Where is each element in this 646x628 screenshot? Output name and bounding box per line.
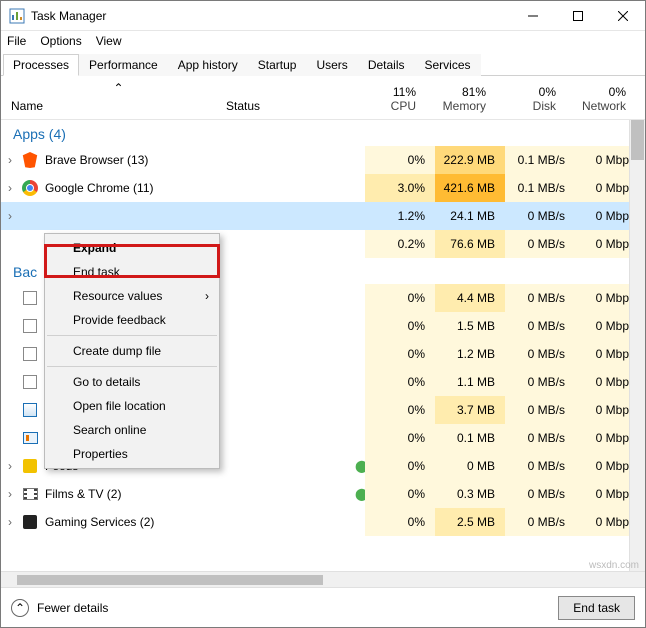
header-name[interactable]: ⌃ Name xyxy=(1,81,226,119)
films-icon xyxy=(21,485,39,503)
context-create-dump[interactable]: Create dump file xyxy=(47,339,217,363)
cell-disk: 0.1 MB/s xyxy=(505,174,575,202)
generic-app-icon xyxy=(21,317,39,335)
expand-icon[interactable]: › xyxy=(1,153,13,167)
cell-mem: 421.6 MB xyxy=(435,174,505,202)
window-title: Task Manager xyxy=(31,9,510,23)
watermark: wsxdn.com xyxy=(589,560,639,571)
tab-details[interactable]: Details xyxy=(358,54,415,76)
leaf-icon: ⬤ xyxy=(351,487,365,501)
generic-app-icon xyxy=(21,373,39,391)
process-row-films[interactable]: › Films & TV (2) ⬤ 0% 0.3 MB 0 MB/s 0 Mb… xyxy=(1,480,645,508)
vertical-scrollbar[interactable] xyxy=(629,120,645,571)
cell-mem: 76.6 MB xyxy=(435,230,505,258)
tab-users[interactable]: Users xyxy=(306,54,357,76)
fewer-details-button[interactable]: ⌃ Fewer details xyxy=(11,599,108,617)
tab-services[interactable]: Services xyxy=(415,54,481,76)
expand-icon[interactable]: › xyxy=(1,487,13,501)
close-button[interactable] xyxy=(600,1,645,30)
end-task-button[interactable]: End task xyxy=(558,596,635,620)
header-memory[interactable]: 81%Memory xyxy=(426,85,496,119)
task-manager-window: Task Manager File Options View Processes… xyxy=(0,0,646,628)
feeds-icon xyxy=(21,457,39,475)
header-status[interactable]: Status xyxy=(226,99,356,119)
tab-app-history[interactable]: App history xyxy=(168,54,248,76)
horizontal-scrollbar[interactable] xyxy=(1,571,645,587)
app-icon xyxy=(9,8,25,24)
tab-startup[interactable]: Startup xyxy=(248,54,307,76)
window-controls xyxy=(510,1,645,30)
generic-app-icon xyxy=(21,401,39,419)
expand-icon[interactable]: › xyxy=(1,515,13,529)
generic-app-icon xyxy=(21,345,39,363)
sort-indicator-icon: ⌃ xyxy=(11,81,226,99)
context-menu: Expand End task Resource values Provide … xyxy=(44,233,220,469)
context-go-to-details[interactable]: Go to details xyxy=(47,370,217,394)
tabstrip: Processes Performance App history Startu… xyxy=(1,53,645,76)
header-cpu[interactable]: 11%CPU xyxy=(356,85,426,119)
titlebar: Task Manager xyxy=(1,1,645,31)
brave-icon xyxy=(21,151,39,169)
maximize-button[interactable] xyxy=(555,1,600,30)
context-search-online[interactable]: Search online xyxy=(47,418,217,442)
header-disk[interactable]: 0%Disk xyxy=(496,85,566,119)
cell-disk: 0.1 MB/s xyxy=(505,146,575,174)
chevron-up-icon: ⌃ xyxy=(11,599,29,617)
context-open-file-location[interactable]: Open file location xyxy=(47,394,217,418)
process-row-chrome[interactable]: › Google Chrome (11) 3.0% 421.6 MB 0.1 M… xyxy=(1,174,645,202)
cell-cpu: 0% xyxy=(365,146,435,174)
menu-file[interactable]: File xyxy=(7,34,26,48)
context-resource-values[interactable]: Resource values xyxy=(47,284,217,308)
cell-mem: 24.1 MB xyxy=(435,202,505,230)
context-properties[interactable]: Properties xyxy=(47,442,217,466)
cell-cpu: 3.0% xyxy=(365,174,435,202)
cell-mem: 222.9 MB xyxy=(435,146,505,174)
footer: ⌃ Fewer details End task xyxy=(1,587,645,627)
context-expand[interactable]: Expand xyxy=(47,236,217,260)
generic-app-icon xyxy=(21,289,39,307)
expand-icon[interactable]: › xyxy=(1,181,13,195)
tab-performance[interactable]: Performance xyxy=(79,54,168,76)
separator xyxy=(47,335,217,336)
app-icon xyxy=(21,207,39,225)
leaf-icon: ⬤ xyxy=(351,459,365,473)
scroll-thumb[interactable] xyxy=(17,575,323,585)
separator xyxy=(47,366,217,367)
cell-disk: 0 MB/s xyxy=(505,202,575,230)
menu-options[interactable]: Options xyxy=(40,34,81,48)
menubar: File Options View xyxy=(1,31,645,51)
cell-cpu: 0.2% xyxy=(365,230,435,258)
scroll-thumb[interactable] xyxy=(631,120,644,160)
process-row-brave[interactable]: › Brave Browser (13) 0% 222.9 MB 0.1 MB/… xyxy=(1,146,645,174)
process-row-selected[interactable]: › 1.2% 24.1 MB 0 MB/s 0 Mbps xyxy=(1,202,645,230)
context-provide-feedback[interactable]: Provide feedback xyxy=(47,308,217,332)
cell-disk: 0 MB/s xyxy=(505,230,575,258)
expand-icon[interactable]: › xyxy=(1,459,13,473)
column-headers: ⌃ Name Status 11%CPU 81%Memory 0%Disk 0%… xyxy=(1,76,645,120)
group-apps[interactable]: Apps (4) xyxy=(1,120,645,146)
cell-cpu: 1.2% xyxy=(365,202,435,230)
tab-processes[interactable]: Processes xyxy=(3,54,79,76)
header-network[interactable]: 0%Network xyxy=(566,85,636,119)
context-end-task[interactable]: End task xyxy=(47,260,217,284)
expand-icon[interactable]: › xyxy=(1,209,13,223)
menu-view[interactable]: View xyxy=(96,34,122,48)
gaming-icon xyxy=(21,513,39,531)
process-row-gaming[interactable]: › Gaming Services (2) 0% 2.5 MB 0 MB/s 0… xyxy=(1,508,645,536)
chrome-icon xyxy=(21,179,39,197)
minimize-button[interactable] xyxy=(510,1,555,30)
fod-icon xyxy=(21,429,39,447)
